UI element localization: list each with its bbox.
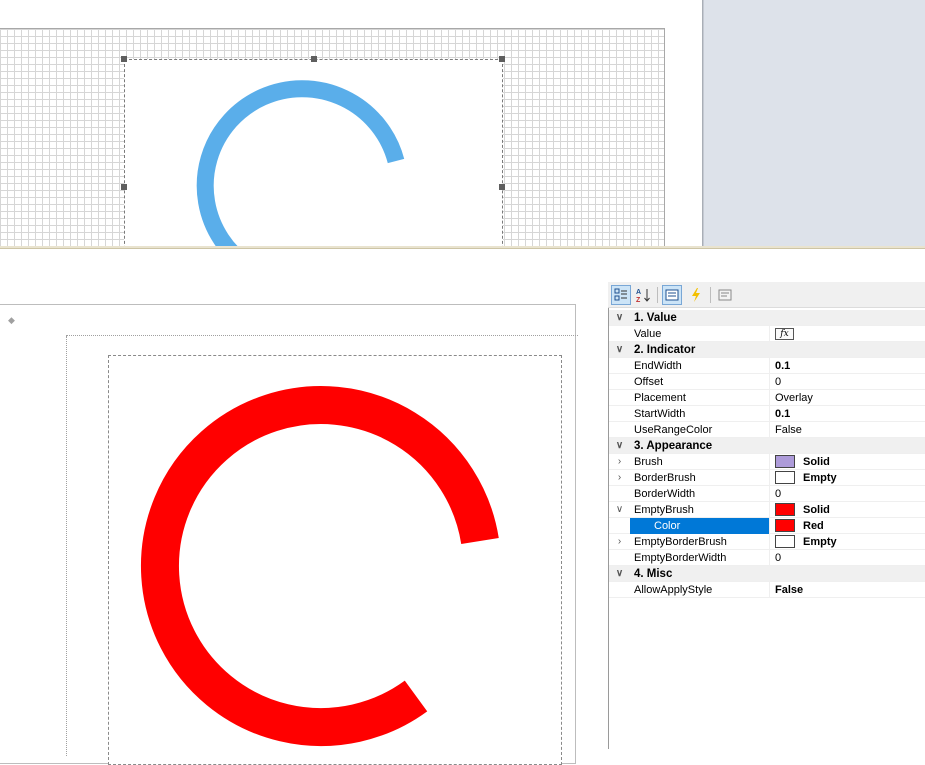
property-startwidth[interactable]: StartWidth 0.1 bbox=[609, 405, 925, 422]
property-offset[interactable]: Offset 0 bbox=[609, 373, 925, 390]
fx-expression-button[interactable]: fx bbox=[775, 327, 794, 340]
properties-icon[interactable] bbox=[662, 285, 682, 305]
property-brush[interactable]: › Brush Solid bbox=[609, 453, 925, 470]
category-indicator[interactable]: ∨ 2. Indicator bbox=[609, 342, 925, 358]
preview-guide-vertical bbox=[66, 336, 67, 756]
svg-text:A: A bbox=[636, 289, 641, 296]
property-color[interactable]: Color Red bbox=[609, 517, 925, 534]
property-rows: ∨ 1. Value Value fx ∨ 2. Indicator EndWi… bbox=[609, 310, 925, 598]
chevron-down-icon[interactable]: ∨ bbox=[609, 310, 630, 326]
side-panel bbox=[703, 0, 925, 248]
borderbrush-color-swatch bbox=[775, 471, 795, 484]
brush-color-swatch bbox=[775, 455, 795, 468]
property-emptyborderwidth[interactable]: EmptyBorderWidth 0 bbox=[609, 549, 925, 566]
lightning-icon[interactable] bbox=[686, 285, 706, 305]
svg-text:Z: Z bbox=[636, 297, 641, 303]
property-emptybrush[interactable]: ∨ EmptyBrush Solid bbox=[609, 501, 925, 518]
chevron-right-icon[interactable]: › bbox=[609, 470, 630, 486]
category-misc[interactable]: ∨ 4. Misc bbox=[609, 566, 925, 582]
color-swatch bbox=[775, 519, 795, 532]
property-borderwidth[interactable]: BorderWidth 0 bbox=[609, 485, 925, 502]
property-allowapplystyle[interactable]: AllowApplyStyle False bbox=[609, 581, 925, 598]
property-borderbrush[interactable]: › BorderBrush Empty bbox=[609, 469, 925, 486]
emptybrush-color-swatch bbox=[775, 503, 795, 516]
chevron-down-icon[interactable]: ∨ bbox=[609, 566, 630, 582]
property-emptyborderbrush[interactable]: › EmptyBorderBrush Empty bbox=[609, 533, 925, 550]
chevron-right-icon[interactable]: › bbox=[609, 534, 630, 550]
category-appearance[interactable]: ∨ 3. Appearance bbox=[609, 438, 925, 454]
resize-handle-top-right[interactable] bbox=[499, 56, 505, 62]
chevron-down-icon[interactable]: ∨ bbox=[609, 342, 630, 358]
category-value[interactable]: ∨ 1. Value bbox=[609, 310, 925, 326]
property-endwidth[interactable]: EndWidth 0.1 bbox=[609, 357, 925, 374]
chevron-down-icon[interactable]: ∨ bbox=[609, 502, 630, 518]
alphabetical-icon[interactable]: AZ bbox=[633, 285, 653, 305]
property-placement[interactable]: Placement Overlay bbox=[609, 389, 925, 406]
property-toolbar: AZ bbox=[608, 282, 925, 308]
resize-handle-right[interactable] bbox=[499, 184, 505, 190]
chevron-right-icon[interactable]: › bbox=[609, 454, 630, 470]
property-value[interactable]: Value fx bbox=[609, 325, 925, 342]
chevron-down-icon[interactable]: ∨ bbox=[609, 438, 630, 454]
designer-surface bbox=[0, 0, 925, 248]
resize-handle-top[interactable] bbox=[311, 56, 317, 62]
emptyborderbrush-color-swatch bbox=[775, 535, 795, 548]
nav-arrow-icon[interactable]: ◆ bbox=[8, 315, 15, 326]
preview-gauge-arc bbox=[141, 386, 499, 746]
preview-guide-horizontal bbox=[66, 335, 578, 336]
preview-gauge bbox=[141, 386, 499, 746]
property-userangecolor[interactable]: UseRangeColor False bbox=[609, 421, 925, 438]
design-gauge[interactable] bbox=[124, 59, 503, 248]
categorized-icon[interactable] bbox=[611, 285, 631, 305]
property-pages-icon[interactable] bbox=[715, 285, 735, 305]
design-gauge-arc bbox=[196, 80, 405, 248]
resize-handle-left[interactable] bbox=[121, 184, 127, 190]
resize-handle-top-left[interactable] bbox=[121, 56, 127, 62]
